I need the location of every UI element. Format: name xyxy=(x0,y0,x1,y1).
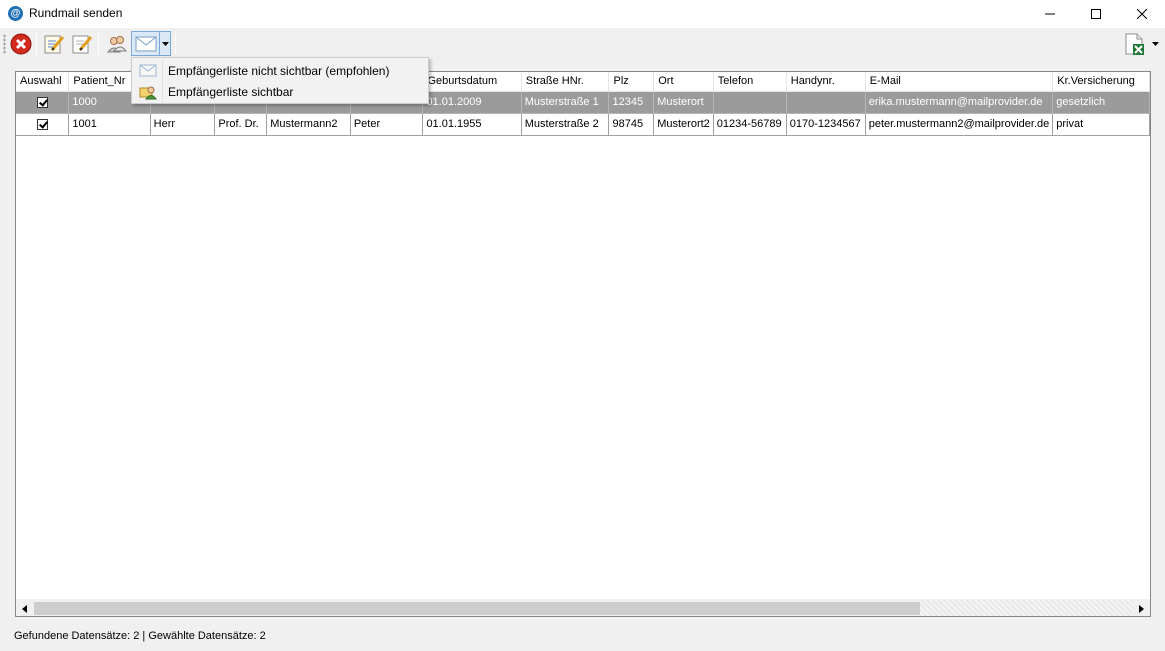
close-button[interactable] xyxy=(1119,0,1165,28)
users-button[interactable] xyxy=(105,32,129,56)
toolbar-separator xyxy=(98,34,99,54)
minimize-icon xyxy=(1045,13,1055,15)
mail-icon xyxy=(135,36,156,51)
mail-icon xyxy=(134,60,162,81)
table-cell[interactable]: Prof. Dr. xyxy=(214,113,268,136)
select-checkbox-cell[interactable] xyxy=(16,113,70,136)
edit-note-button[interactable] xyxy=(70,32,94,56)
table-row[interactable]: 1001 Herr Prof. Dr. Mustermann2 Peter 01… xyxy=(16,113,1150,136)
select-checkbox[interactable] xyxy=(36,118,48,130)
table-cell[interactable]: 0170-1234567 xyxy=(786,113,866,136)
cancel-button[interactable] xyxy=(9,32,33,56)
export-excel-icon xyxy=(1125,33,1144,55)
toolbar-grip[interactable] xyxy=(3,34,6,54)
column-header[interactable]: Geburtsdatum xyxy=(422,72,522,92)
scrollbar-thumb[interactable] xyxy=(34,602,920,615)
window-title: Rundmail senden xyxy=(29,6,123,20)
column-header[interactable]: Plz xyxy=(608,72,655,92)
table-cell[interactable]: peter.mustermann2@mailprovider.de xyxy=(865,113,1054,136)
table-cell[interactable]: Musterstraße 1 xyxy=(521,91,610,114)
send-mail-split-button[interactable] xyxy=(131,31,171,56)
send-mail-dropdown-button[interactable] xyxy=(159,32,170,55)
export-dropdown-button[interactable] xyxy=(1149,32,1161,56)
table-cell[interactable] xyxy=(713,91,787,114)
table-cell[interactable]: erika.mustermann@mailprovider.de xyxy=(865,91,1054,114)
app-icon: @ xyxy=(8,6,23,21)
menu-item-recipients-hidden[interactable]: Empfängerliste nicht sichtbar (empfohlen… xyxy=(134,60,427,81)
status-text: Gefundene Datensätze: 2 | Gewählte Daten… xyxy=(14,630,266,642)
menu-item-label: Empfängerliste sichtbar xyxy=(168,84,294,99)
table-cell[interactable]: Musterstraße 2 xyxy=(521,113,610,136)
edit-note-icon xyxy=(72,35,93,54)
scroll-left-button[interactable] xyxy=(16,600,33,616)
table-cell[interactable]: 98745 xyxy=(608,113,655,136)
column-header[interactable]: Ort xyxy=(653,72,714,92)
maximize-button[interactable] xyxy=(1073,0,1119,28)
table-cell[interactable]: Herr xyxy=(150,113,216,136)
column-header[interactable]: Kr.Versicherung xyxy=(1052,72,1150,92)
column-header[interactable]: Telefon xyxy=(713,72,787,92)
table-cell[interactable]: 01.01.2009 xyxy=(422,91,522,114)
scroll-right-button[interactable] xyxy=(1133,600,1150,616)
table-cell[interactable]: 12345 xyxy=(608,91,655,114)
table-cell[interactable]: gesetzlich xyxy=(1052,91,1150,114)
users-icon xyxy=(106,36,128,53)
chevron-down-icon xyxy=(1151,42,1159,46)
chevron-right-icon xyxy=(1139,604,1144,613)
horizontal-scrollbar[interactable] xyxy=(16,599,1150,616)
send-mail-dropdown-menu: Empfängerliste nicht sichtbar (empfohlen… xyxy=(131,57,429,104)
select-checkbox[interactable] xyxy=(36,96,48,108)
table-cell[interactable]: 1001 xyxy=(68,113,151,136)
table-cell[interactable] xyxy=(786,91,866,114)
minimize-button[interactable] xyxy=(1027,0,1073,28)
table-cell[interactable]: Musterort xyxy=(653,91,714,114)
patient-grid[interactable]: Auswahl Patient_Nr Geburtsdatum Straße H… xyxy=(15,71,1151,617)
export-excel-button[interactable] xyxy=(1121,32,1147,56)
chevron-left-icon xyxy=(22,604,27,613)
edit-list-icon xyxy=(44,35,65,54)
column-header[interactable]: Handynr. xyxy=(786,72,866,92)
column-header[interactable]: Auswahl xyxy=(16,72,70,92)
edit-list-button[interactable] xyxy=(42,32,66,56)
select-checkbox-cell[interactable] xyxy=(16,91,70,114)
cancel-icon xyxy=(10,33,32,55)
column-header[interactable]: Straße HNr. xyxy=(521,72,610,92)
contacts-icon xyxy=(134,81,162,102)
table-cell[interactable]: 01234-56789 xyxy=(713,113,787,136)
table-cell[interactable]: privat xyxy=(1052,113,1150,136)
toolbar-separator xyxy=(36,34,37,54)
scrollbar-track[interactable] xyxy=(920,600,1133,616)
table-cell[interactable]: Peter xyxy=(350,113,424,136)
chevron-down-icon xyxy=(161,41,169,46)
maximize-icon xyxy=(1091,9,1101,19)
table-cell[interactable]: Mustermann2 xyxy=(266,113,351,136)
toolbar xyxy=(0,28,1165,60)
column-header[interactable]: E-Mail xyxy=(865,72,1054,92)
toolbar-separator xyxy=(175,34,176,54)
table-cell[interactable]: 01.01.1955 xyxy=(422,113,522,136)
menu-item-label: Empfängerliste nicht sichtbar (empfohlen… xyxy=(168,63,390,78)
close-icon xyxy=(1137,9,1147,19)
menu-item-recipients-visible[interactable]: Empfängerliste sichtbar xyxy=(134,81,427,102)
title-bar: @ Rundmail senden xyxy=(0,0,1165,28)
table-cell[interactable]: Musterort2 xyxy=(653,113,714,136)
send-mail-button[interactable] xyxy=(132,32,159,55)
